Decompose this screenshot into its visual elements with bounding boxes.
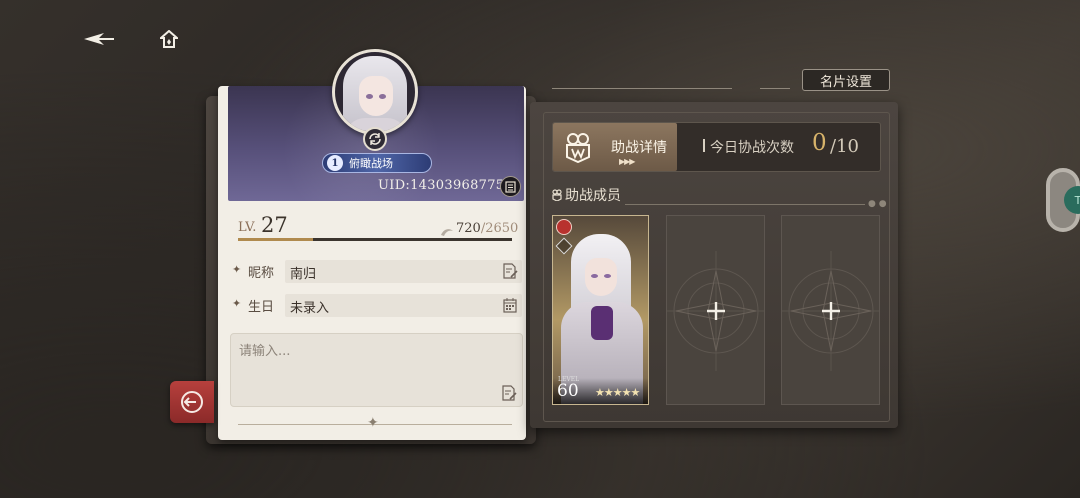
birthday-value: 未录入 xyxy=(290,301,330,316)
assistant-icon: T xyxy=(1064,186,1080,214)
support-small-icon xyxy=(552,189,562,202)
change-avatar-button[interactable] xyxy=(363,127,387,151)
floating-assistant-button[interactable]: T xyxy=(1046,168,1080,232)
exp-max: /2650 xyxy=(480,221,519,236)
signature-placeholder: 请输入... xyxy=(239,344,291,359)
member-stars: ★★★★★ xyxy=(595,386,640,399)
birthday-field[interactable]: 未录入 xyxy=(285,294,522,317)
back-button[interactable] xyxy=(82,28,116,50)
today-assist-count: 0 xyxy=(812,130,827,156)
birthday-row: ✦ 生日 未录入 xyxy=(232,294,522,318)
exp-bar-fill xyxy=(238,238,313,241)
refresh-icon xyxy=(369,133,381,145)
members-dots: ● ● xyxy=(868,199,887,209)
element-icon xyxy=(556,219,572,235)
class-icon xyxy=(555,237,573,255)
decor-line xyxy=(760,88,790,89)
birthday-label: 生日 xyxy=(248,300,275,315)
members-heading: 助战成员 xyxy=(552,185,621,205)
card-settings-button[interactable]: 名片设置 xyxy=(802,69,890,91)
exit-button[interactable] xyxy=(170,381,214,423)
level-label: LV. xyxy=(238,220,257,235)
uid-text: UID:14303968775 xyxy=(378,178,505,193)
arrows-icon: ▶▶▶ xyxy=(619,157,636,166)
calendar-icon[interactable] xyxy=(502,297,518,313)
exp-text: 720/2650 xyxy=(456,221,518,236)
star-bullet-icon: ✦ xyxy=(232,263,242,276)
signature-input[interactable]: 请输入... xyxy=(230,333,523,407)
edit-icon[interactable] xyxy=(502,263,518,279)
nickname-value: 南归 xyxy=(290,267,317,282)
rank-badge[interactable]: 1 俯瞰战场 xyxy=(322,153,432,173)
exit-icon xyxy=(181,391,203,413)
nickname-row: ✦ 昵称 南归 xyxy=(232,260,522,284)
rank-number: 1 xyxy=(327,155,343,171)
copy-uid-button[interactable] xyxy=(500,176,521,197)
empty-slot-2[interactable] xyxy=(781,215,880,405)
exp-current: 720 xyxy=(456,221,481,236)
members-divider xyxy=(625,204,865,205)
empty-slot-1[interactable] xyxy=(666,215,765,405)
star-bullet-icon: ✦ xyxy=(232,297,242,310)
member-level: 60 xyxy=(557,381,579,401)
decor-line xyxy=(552,88,732,89)
support-emblem-icon xyxy=(566,133,590,163)
edit-icon[interactable] xyxy=(501,385,517,401)
back-arrow-icon xyxy=(84,33,114,45)
avatar[interactable] xyxy=(332,49,418,135)
label-marker xyxy=(703,139,705,152)
today-assist-label: 今日协战次数 xyxy=(710,140,794,156)
add-icon xyxy=(822,302,840,320)
members-title: 助战成员 xyxy=(565,188,621,204)
ornament-icon: ✦ xyxy=(367,415,379,431)
tab-support-details[interactable]: 助战详情 ▶▶▶ xyxy=(553,123,677,171)
rank-name: 俯瞰战场 xyxy=(349,157,393,170)
today-assist-max: /10 xyxy=(830,136,859,157)
home-button[interactable] xyxy=(152,28,186,50)
home-icon xyxy=(160,30,178,48)
support-member-card[interactable]: LEVEL 60 ★★★★★ xyxy=(552,215,649,405)
add-icon xyxy=(707,302,725,320)
copy-icon xyxy=(505,180,516,193)
nickname-field[interactable]: 南归 xyxy=(285,260,522,283)
nickname-label: 昵称 xyxy=(248,266,275,281)
tab-support-details-label: 助战详情 xyxy=(611,140,667,156)
level-value: 27 xyxy=(261,213,288,237)
